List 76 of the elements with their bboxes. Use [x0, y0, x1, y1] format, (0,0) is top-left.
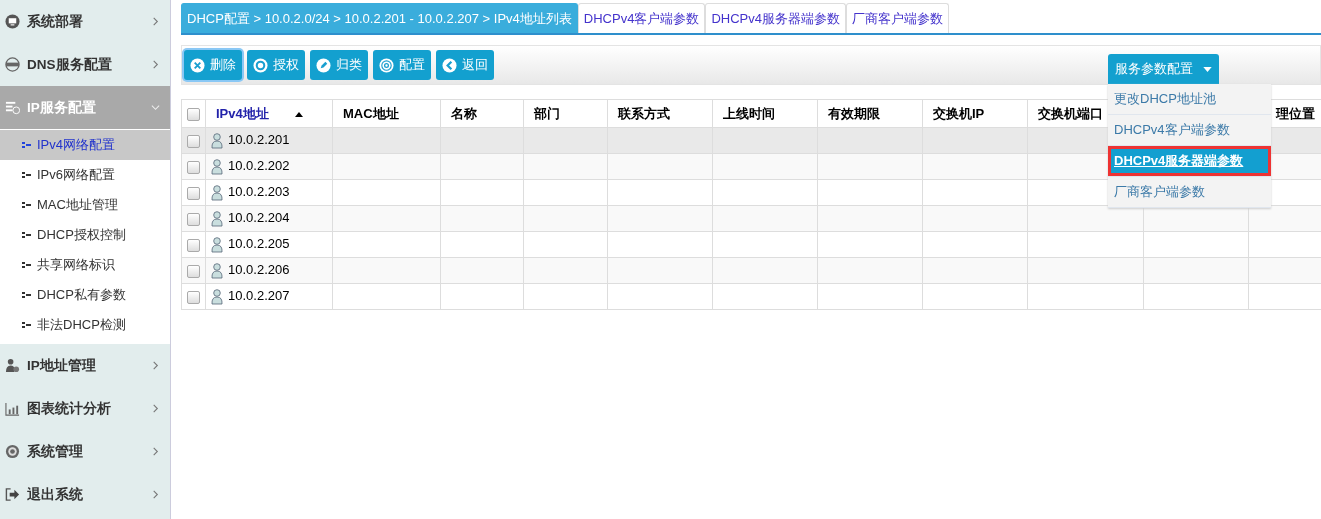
sidebar-item-label: 非法DHCP检测: [37, 316, 126, 334]
user-icon: [211, 158, 223, 175]
table-row[interactable]: 10.0.2.205: [181, 231, 1321, 258]
sidebar-item-label: DHCP私有参数: [37, 286, 126, 304]
sidebar-group[interactable]: DNS服务配置: [0, 43, 170, 86]
user-icon: [211, 184, 223, 201]
row-checkbox[interactable]: [187, 213, 200, 227]
pen-icon: [316, 57, 331, 73]
row-checkbox[interactable]: [187, 239, 200, 253]
caret-icon: [1203, 66, 1212, 72]
sidebar-item[interactable]: IPv6网络配置: [0, 160, 170, 190]
select-all-checkbox[interactable]: [187, 108, 200, 122]
sidebar-item-label: IPv6网络配置: [37, 166, 115, 184]
ip-address: 10.0.2.201: [228, 132, 290, 148]
user-icon: [211, 210, 223, 227]
tab[interactable]: DHCPv4客户端参数: [577, 3, 706, 33]
sidebar-group[interactable]: 系统管理: [0, 430, 170, 473]
sidebar-group-label: DNS服务配置: [27, 55, 113, 74]
user-icon: [211, 288, 223, 305]
sidebar-item-label: DHCP授权控制: [37, 226, 126, 244]
column-header[interactable]: 名称: [451, 105, 477, 121]
close-icon: [190, 57, 205, 73]
user-icon: [211, 236, 223, 253]
ip-address: 10.0.2.207: [228, 288, 290, 304]
row-checkbox[interactable]: [187, 161, 200, 175]
sidebar-item-label: IPv4网络配置: [37, 136, 115, 154]
sidebar-group-label: 系统部署: [27, 12, 84, 31]
sidebar-item[interactable]: 非法DHCP检测: [0, 310, 170, 340]
sidebar-group-label: IP服务配置: [27, 98, 97, 117]
row-checkbox[interactable]: [187, 135, 200, 149]
sidebar-group[interactable]: IP地址管理: [0, 344, 170, 387]
monitor-icon: [5, 14, 20, 29]
sidebar-item[interactable]: 共享网络标识: [0, 250, 170, 280]
sidebar-group[interactable]: 图表统计分析: [0, 387, 170, 430]
column-header[interactable]: 部门: [534, 105, 560, 121]
user-icon: [211, 262, 223, 279]
user-gear-icon: [5, 358, 20, 373]
table-row[interactable]: 10.0.2.207: [181, 283, 1321, 310]
bullet-icon: [22, 322, 31, 328]
sidebar-item[interactable]: DHCP授权控制: [0, 220, 170, 250]
ip-address: 10.0.2.203: [228, 184, 290, 200]
sidebar-item-label: MAC地址管理: [37, 196, 118, 214]
sidebar-group[interactable]: 系统部署: [0, 0, 170, 43]
server-icon: [5, 100, 20, 115]
bullet-icon: [22, 232, 31, 238]
tab[interactable]: 厂商客户端参数: [845, 3, 949, 33]
bullet-icon: [22, 262, 31, 268]
sidebar-group[interactable]: 退出系统: [0, 473, 170, 516]
ip-address: 10.0.2.202: [228, 158, 290, 174]
row-checkbox[interactable]: [187, 291, 200, 305]
sidebar-item[interactable]: MAC地址管理: [0, 190, 170, 220]
sidebar-group-label: 系统管理: [27, 442, 84, 461]
chart-icon: [5, 401, 20, 416]
bullet-icon: [22, 292, 31, 298]
sidebar-group-label: IP地址管理: [27, 356, 97, 375]
exit-icon: [5, 487, 20, 502]
settings-icon: [5, 444, 20, 459]
user-icon: [211, 132, 223, 149]
back-icon: [442, 57, 457, 73]
sidebar-item[interactable]: DHCP私有参数: [0, 280, 170, 310]
sidebar-item-label: 共享网络标识: [37, 256, 115, 274]
row-checkbox[interactable]: [187, 265, 200, 279]
ip-address: 10.0.2.205: [228, 236, 290, 252]
sidebar-group-label: 图表统计分析: [27, 399, 112, 418]
sidebar-item[interactable]: IPv4网络配置: [0, 130, 170, 160]
ip-address: 10.0.2.204: [228, 210, 290, 226]
table-row[interactable]: 10.0.2.204: [181, 205, 1321, 232]
bullet-icon: [22, 202, 31, 208]
bullet-icon: [22, 172, 31, 178]
row-checkbox[interactable]: [187, 187, 200, 201]
sort-ascending-icon: [294, 111, 303, 117]
ip-address: 10.0.2.206: [228, 262, 290, 278]
sidebar-group-label: 退出系统: [27, 485, 84, 504]
tab[interactable]: DHCPv4服务器端参数: [705, 3, 846, 33]
table-row[interactable]: 10.0.2.206: [181, 257, 1321, 284]
bullet-icon: [22, 142, 31, 148]
